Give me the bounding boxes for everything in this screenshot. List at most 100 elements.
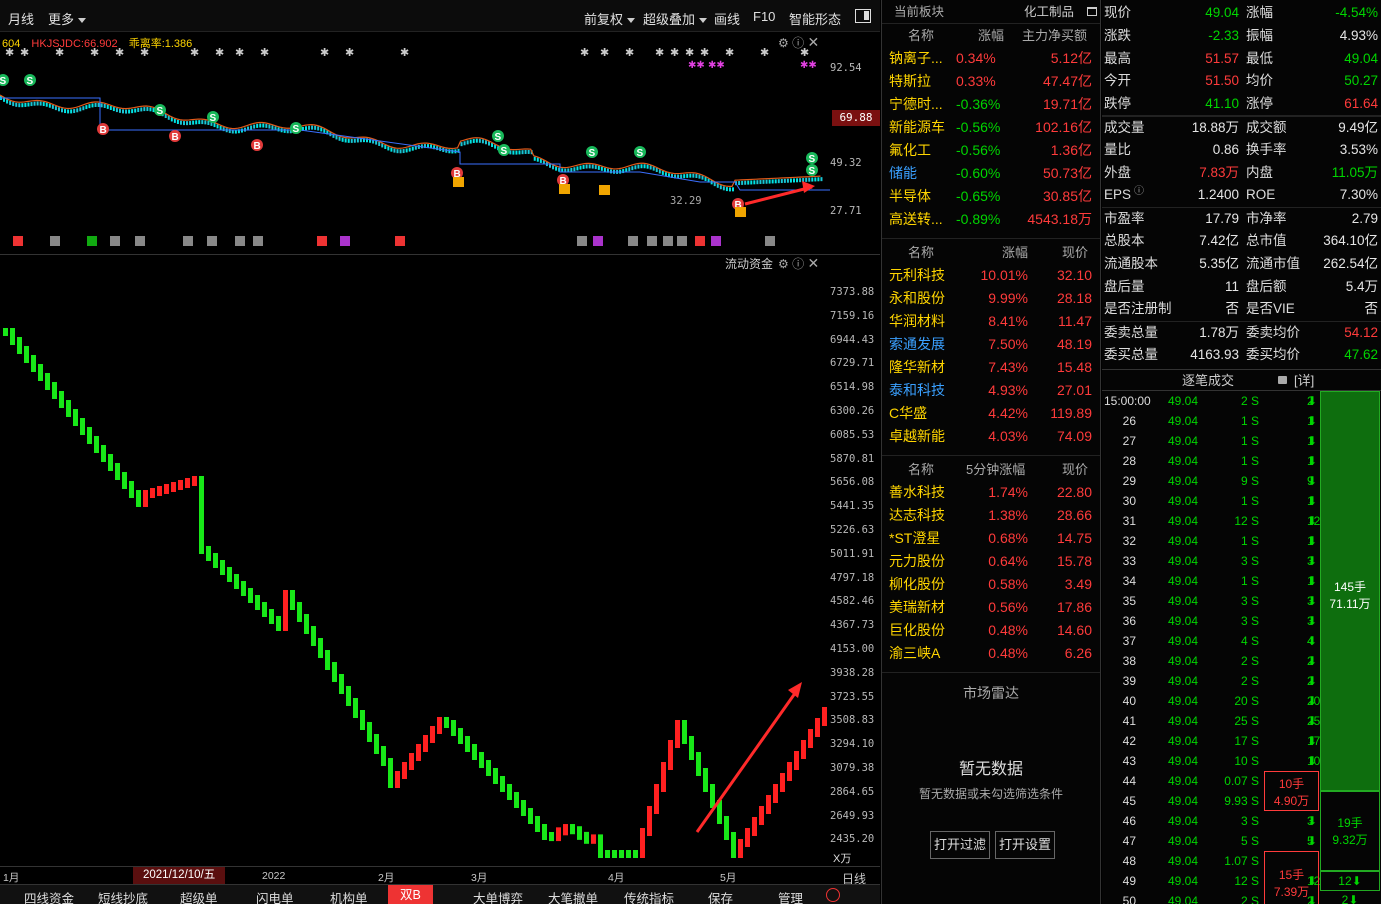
gainer-price: 11.47 xyxy=(1058,313,1092,329)
quote-value: 49.04 xyxy=(1344,50,1378,66)
sector-name[interactable]: 化工制品 xyxy=(1024,0,1074,24)
sector-row[interactable]: 氟化工 -0.56% 1.36亿 xyxy=(882,139,1100,162)
gainer-row[interactable]: 卓越新能 4.03% 74.09 xyxy=(882,425,1100,448)
price-bar xyxy=(738,181,741,186)
price-bar xyxy=(189,120,192,125)
tab-institution-order[interactable]: 机构单 xyxy=(330,888,368,904)
price-bar xyxy=(704,177,707,182)
gainer-row[interactable]: 泰和科技 4.93% 27.01 xyxy=(882,379,1100,402)
star-marker: ✱ xyxy=(215,47,224,59)
price-bar xyxy=(341,137,344,142)
price-bar xyxy=(820,177,823,182)
fivemin-name: 渝三峡A xyxy=(889,645,941,661)
price-bar xyxy=(250,125,253,130)
flow-bar xyxy=(563,824,568,836)
price-bar xyxy=(179,120,182,125)
trend-arrow xyxy=(695,688,800,833)
quote-label: 外盘 xyxy=(1104,164,1131,180)
flow-bar xyxy=(129,481,134,498)
sector-row[interactable]: 储能 -0.60% 50.73亿 xyxy=(882,162,1100,185)
minimize-icon[interactable] xyxy=(1087,7,1097,16)
tick-volume: 10 S xyxy=(1234,753,1259,768)
flow-bar xyxy=(465,736,470,752)
info-icon[interactable]: ⓘ xyxy=(1134,181,1144,204)
open-settings-button[interactable]: 打开设置 xyxy=(995,831,1055,859)
tab-flash-order[interactable]: 闪电单 xyxy=(256,888,294,904)
tick-detail-link[interactable]: [详] xyxy=(1294,370,1314,392)
price-bar xyxy=(491,143,494,148)
flow-y-label: 5011.91 xyxy=(830,547,875,560)
tab-save[interactable]: 保存 xyxy=(708,888,733,904)
more-menu[interactable]: 更多 xyxy=(48,9,87,28)
fivemin-row[interactable]: *ST澄星 0.68% 14.75 xyxy=(882,527,1100,550)
small-sell-box: 12⬇ xyxy=(1320,870,1380,891)
tick-price: 49.04 xyxy=(1168,553,1199,568)
signal-letter: S xyxy=(809,166,816,177)
fivemin-row[interactable]: 美瑞新材 0.56% 17.86 xyxy=(882,596,1100,619)
gainer-row[interactable]: 索通发展 7.50% 48.19 xyxy=(882,333,1100,356)
sector-row[interactable]: 新能源车 -0.56% 102.16亿 xyxy=(882,116,1100,139)
sector-row[interactable]: 宁德时... -0.36% 19.71亿 xyxy=(882,93,1100,116)
adjust-menu[interactable]: 前复权 xyxy=(584,9,636,28)
x-label: 1月 xyxy=(3,872,20,884)
fivemin-row[interactable]: 元力股份 0.64% 15.78 xyxy=(882,550,1100,573)
sector-row-pct: -0.60% xyxy=(956,165,1001,181)
down-arrow-icon: ⬇ xyxy=(1307,653,1318,668)
f10-button[interactable]: F10 xyxy=(753,9,775,24)
tab-traditional[interactable]: 传统指标 xyxy=(624,888,674,904)
price-bar xyxy=(219,125,222,130)
tick-time: 39 xyxy=(1122,673,1136,688)
collapse-tabs-icon[interactable] xyxy=(826,888,840,902)
quote-label: 总市值 xyxy=(1246,232,1287,248)
overlay-menu[interactable]: 超级叠加 xyxy=(643,9,708,28)
gainer-row[interactable]: 永和股份 9.99% 28.18 xyxy=(882,287,1100,310)
price-bar xyxy=(79,107,82,112)
lock-icon[interactable] xyxy=(1278,375,1287,384)
quote-label: 跌停 xyxy=(1104,96,1131,112)
price-bar xyxy=(603,167,606,172)
price-bar xyxy=(311,125,314,130)
quote-value: 1.2400 xyxy=(1197,187,1239,203)
fivemin-row[interactable]: 善水科技 1.74% 22.80 xyxy=(882,481,1100,504)
signal-letter: B xyxy=(100,125,107,136)
tab-manage[interactable]: 管理 xyxy=(778,888,803,904)
quote-label: 委卖均价 xyxy=(1246,325,1300,341)
star-marker: ✱ xyxy=(580,47,589,59)
sector-row[interactable]: 钠离子... 0.34% 5.12亿 xyxy=(882,47,1100,70)
flow-bar xyxy=(192,476,197,486)
tab-short-bottom[interactable]: 短线抄底 xyxy=(98,888,148,904)
sector-row[interactable]: 高送转... -0.89% 4543.18万 xyxy=(882,208,1100,231)
tab-four-line-fund[interactable]: 四线资金 xyxy=(24,888,74,904)
price-bar xyxy=(695,173,698,178)
tab-big-order-game[interactable]: 大单博弈 xyxy=(473,888,523,904)
fivemin-row[interactable]: 柳化股份 0.58% 3.49 xyxy=(882,573,1100,596)
sector-row[interactable]: 半导体 -0.65% 30.85亿 xyxy=(882,185,1100,208)
tab-big-cancel[interactable]: 大笔撤单 xyxy=(548,888,598,904)
price-bar xyxy=(57,107,60,112)
flow-bar xyxy=(731,832,736,858)
open-filter-button[interactable]: 打开过滤 xyxy=(930,831,990,859)
gainer-row[interactable]: 元利科技 10.01% 32.10 xyxy=(882,264,1100,287)
smart-pattern-button[interactable]: 智能形态 xyxy=(789,9,841,28)
fivemin-row[interactable]: 渝三峡A 0.48% 6.26 xyxy=(882,642,1100,665)
draw-line-button[interactable]: 画线 xyxy=(714,9,740,28)
panel-toggle-icon[interactable] xyxy=(855,9,871,23)
fivemin-row[interactable]: 巨化股份 0.48% 14.60 xyxy=(882,619,1100,642)
period-button[interactable]: 月线 xyxy=(8,9,34,28)
gainer-row[interactable]: 隆华新材 7.43% 15.48 xyxy=(882,356,1100,379)
fivemin-row[interactable]: 达志科技 1.38% 28.66 xyxy=(882,504,1100,527)
signal-letter: S xyxy=(809,154,816,165)
gainer-row[interactable]: C华盛 4.42% 119.89 xyxy=(882,402,1100,425)
price-chart-canvas[interactable]: ✱ ✱ ✱ ✱ ✱ ✱ ✱ ✱ ✱ ✱ ✱ ✱ ✱ ✱ ✱ ✱ ✱ ✱ ✱ ✱ ✱ ✱ ✱S SSSSSS S SSSBBBBBB… xyxy=(0,32,830,254)
tab-super-order[interactable]: 超级单 xyxy=(180,888,218,904)
flow-chart-canvas[interactable] xyxy=(0,254,830,866)
tab-double-b[interactable]: 双B xyxy=(388,885,433,904)
gainer-row[interactable]: 华润材料 8.41% 11.47 xyxy=(882,310,1100,333)
price-bar xyxy=(308,125,311,130)
mid-box-amount: 9.32万 xyxy=(1332,832,1368,847)
flow-bar xyxy=(801,740,806,759)
flow-bar xyxy=(808,729,813,748)
sector-row[interactable]: 特斯拉 0.33% 47.47亿 xyxy=(882,70,1100,93)
price-bar xyxy=(445,148,448,153)
flow-y-label: 6300.26 xyxy=(830,405,875,417)
